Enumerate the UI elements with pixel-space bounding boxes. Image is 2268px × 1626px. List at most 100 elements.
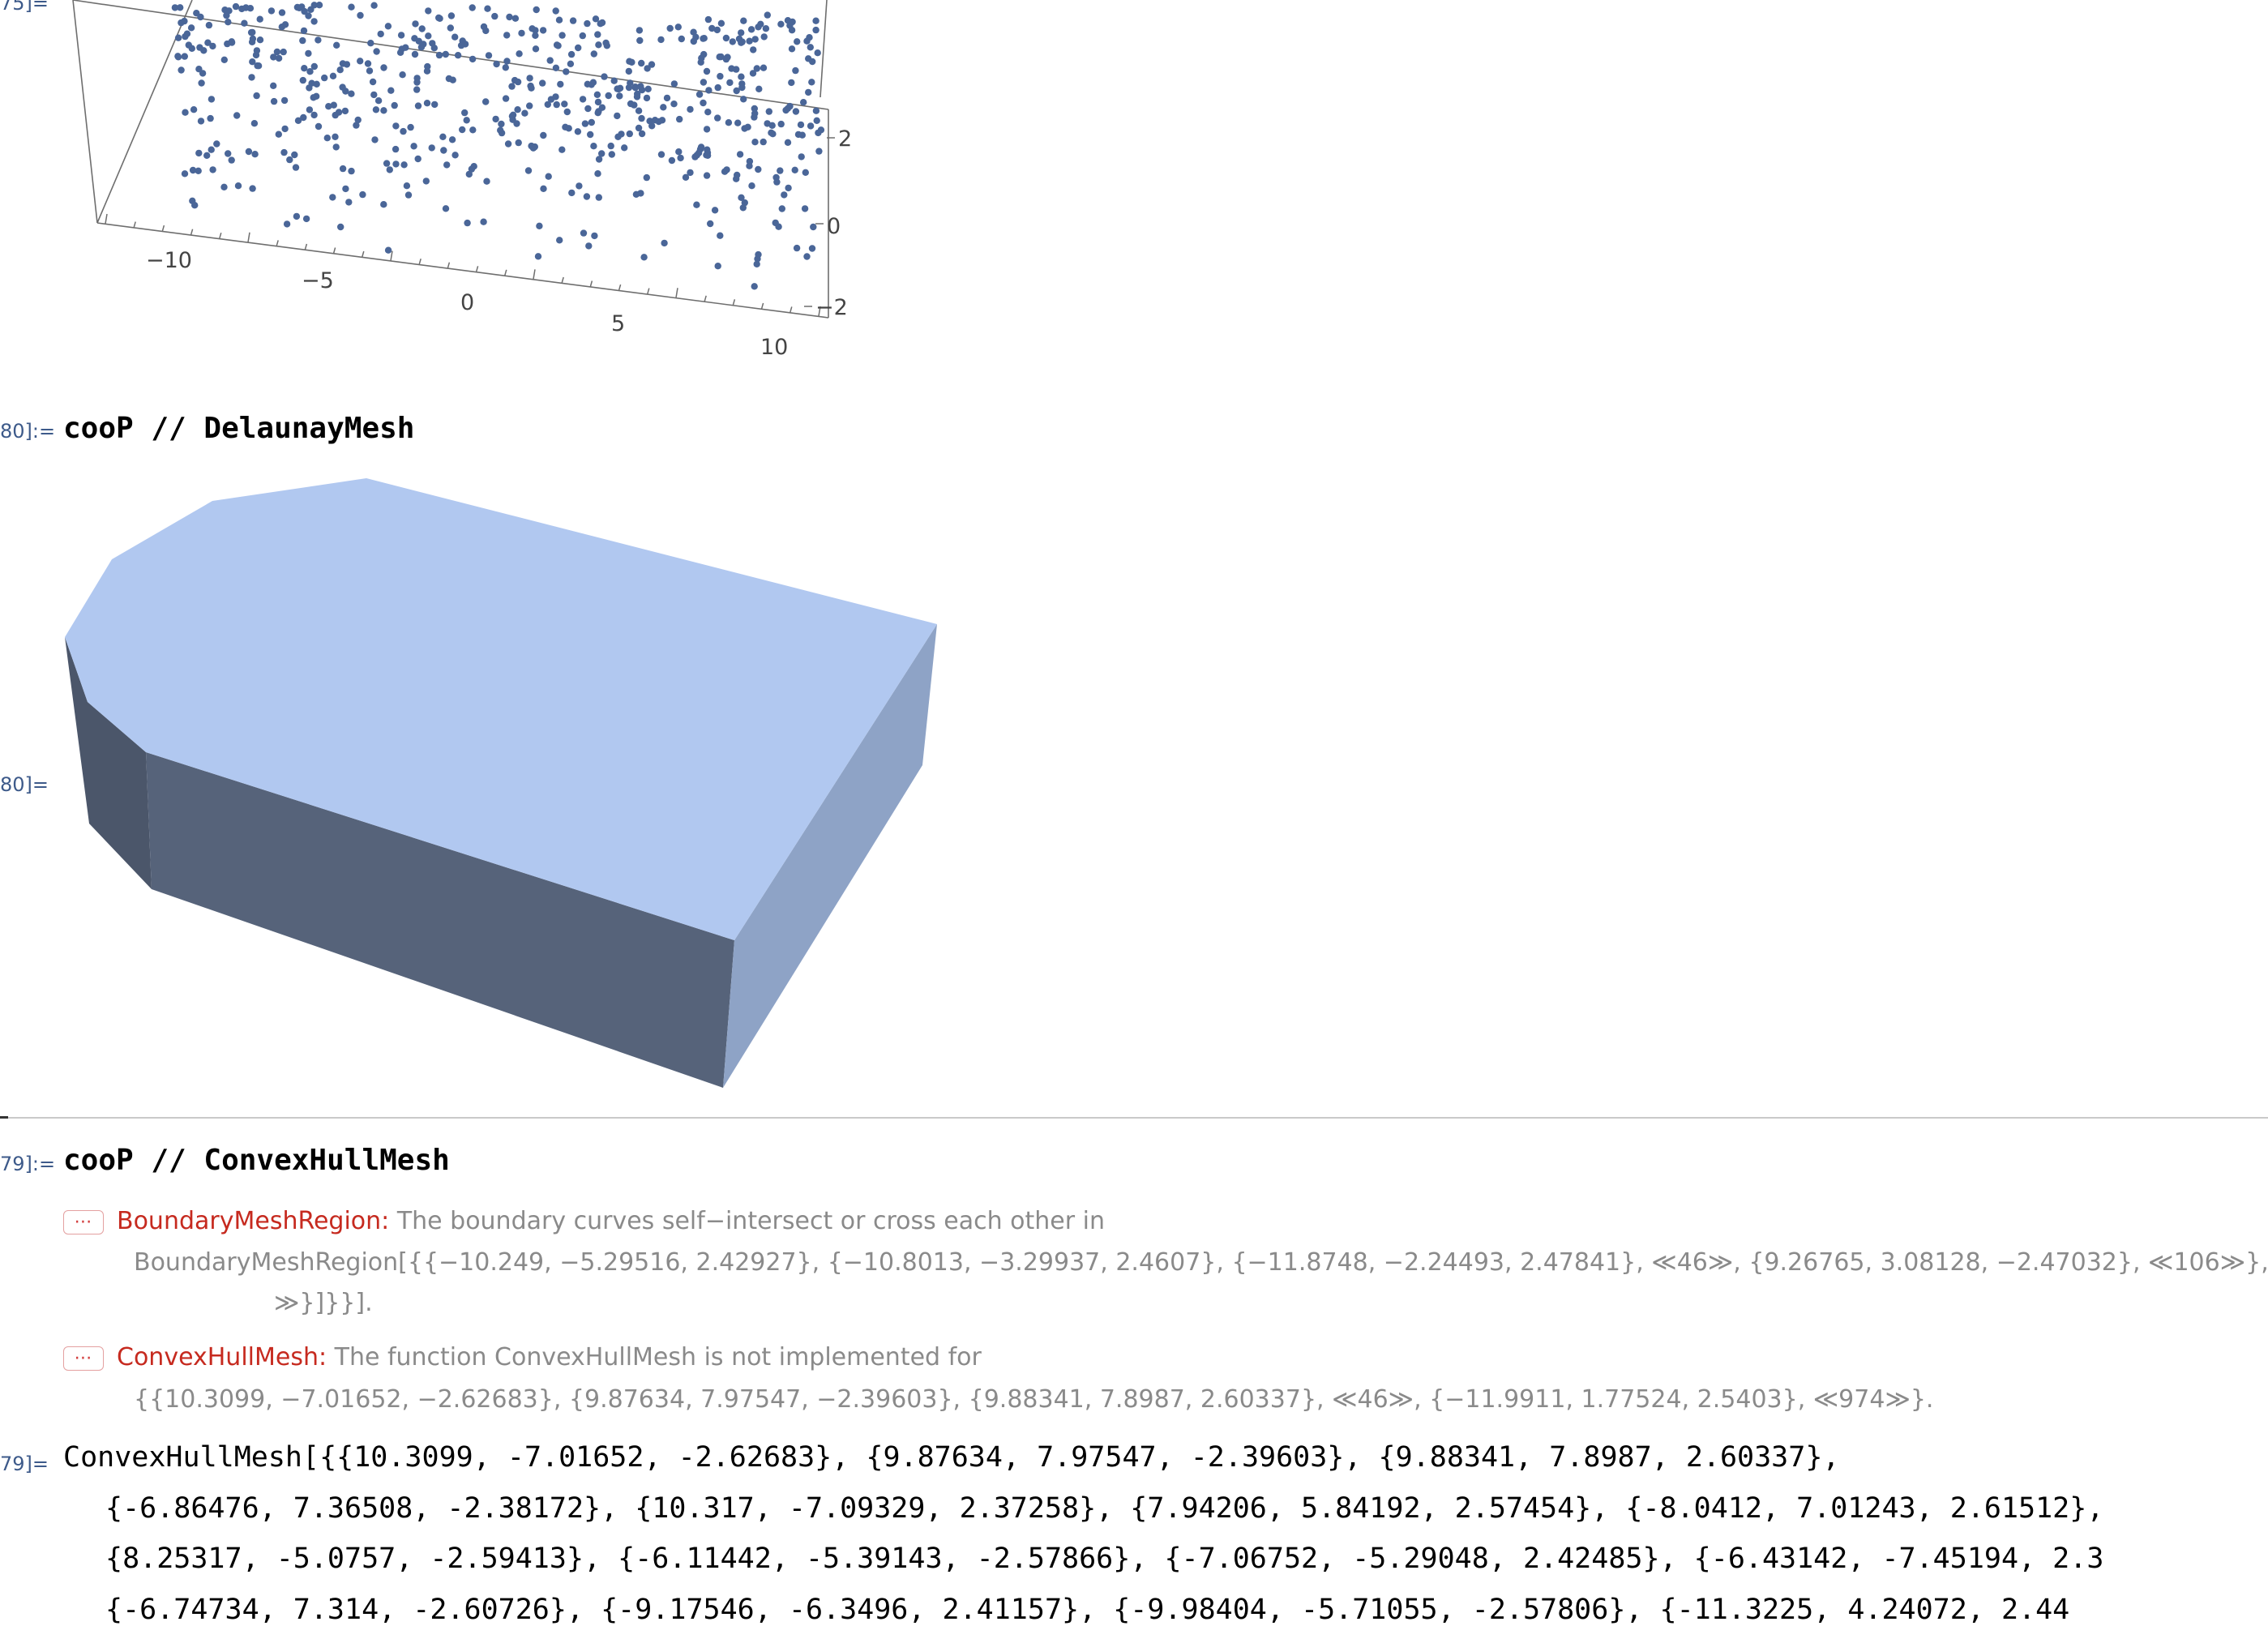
scatter-point (343, 61, 351, 68)
x-axis-tick (704, 295, 707, 302)
scatter-point (447, 24, 454, 32)
scatter-point (750, 46, 757, 53)
scatter-point (256, 36, 264, 44)
scatter-point (784, 139, 792, 146)
message-menu-icon[interactable]: ⋯ (63, 1346, 104, 1371)
scatter-point (359, 190, 366, 199)
scatter-point (558, 146, 566, 153)
scatter-point (275, 131, 282, 138)
scatter-point (794, 38, 801, 45)
message-menu-icon[interactable]: ⋯ (63, 1210, 104, 1234)
scatter-point (205, 21, 213, 29)
scatter-point (614, 133, 622, 140)
scatter-point (392, 160, 400, 168)
scatter-point (601, 73, 608, 80)
scatter-point (539, 79, 546, 87)
scatter-point (563, 108, 571, 116)
scatter-point (738, 73, 745, 80)
scatter-point (678, 35, 685, 43)
scatter-point (391, 101, 398, 109)
scatter-point (182, 32, 189, 41)
scatter-point (497, 126, 504, 134)
output-line: {-6.74734, 7.314, -2.60726}, {-9.17546, … (105, 1594, 2070, 1626)
scatter-point (717, 19, 725, 27)
scatter-point (751, 283, 758, 290)
scatter-point (370, 91, 378, 99)
scatter-point (425, 7, 432, 15)
scatter-point (751, 139, 759, 146)
message-detail-line: ≫}]}}]. (274, 1289, 373, 1317)
scatter-point (670, 101, 678, 108)
scatter-point (625, 67, 632, 75)
scatter-point (485, 52, 493, 59)
scatter-point (714, 83, 721, 92)
scatter-point (440, 147, 447, 154)
scatter-point (736, 151, 744, 158)
scatter-point (588, 118, 595, 126)
scatter-points (171, 2, 825, 290)
scatter-point (299, 76, 306, 84)
message-function-name[interactable]: BoundaryMeshRegion (117, 1207, 381, 1235)
scatter-point (690, 37, 697, 45)
scatter-point (610, 77, 618, 84)
scatter-point (234, 182, 242, 190)
scatter-point (695, 91, 704, 98)
scatter-point (213, 140, 220, 148)
scatter-point (308, 79, 315, 87)
scatter-point (364, 60, 372, 67)
scatter-point (595, 41, 602, 49)
delaunay-mesh-3d[interactable] (0, 454, 973, 1094)
scatter-point (315, 122, 323, 131)
scatter-point (592, 15, 600, 23)
scatter-point (807, 44, 814, 51)
scatter-point (708, 24, 716, 32)
scatter-point (435, 14, 443, 22)
scatter-point (400, 127, 407, 135)
scatter-point (803, 37, 811, 45)
scatter-point (772, 219, 779, 227)
scatter-point (595, 194, 602, 201)
scatter-point (792, 66, 799, 75)
scatter-point (704, 15, 712, 24)
scatter-point (536, 222, 543, 229)
scatter-point (424, 62, 431, 71)
point-scatter-3d[interactable]: −10 −5 0 5 10 2 0 −2 (0, 0, 859, 373)
scatter-point (733, 66, 740, 73)
scatter-point (700, 79, 708, 86)
input-code-80[interactable]: cooP // DelaunayMesh (63, 412, 414, 445)
scatter-point (628, 58, 635, 66)
scatter-point (484, 5, 491, 12)
scatter-point (463, 117, 470, 124)
scatter-point (196, 44, 203, 51)
output-label-79: 79]= (0, 1453, 49, 1475)
message-function-name[interactable]: ConvexHullMesh (117, 1343, 319, 1371)
message-head: BoundaryMeshRegion: The boundary curves … (117, 1207, 1105, 1235)
scatter-point (539, 27, 547, 34)
scatter-point (747, 26, 755, 33)
scatter-point (348, 167, 355, 175)
scatter-point (442, 50, 449, 58)
scatter-point (325, 103, 332, 110)
scatter-point (374, 97, 383, 105)
scatter-point (777, 20, 785, 28)
scatter-point (253, 47, 261, 54)
x-axis-tick (219, 232, 222, 239)
scatter-point (707, 220, 714, 228)
scatter-point (278, 24, 285, 31)
z-tick-label: 0 (827, 214, 841, 239)
scatter-point (625, 83, 633, 92)
scatter-point (760, 64, 768, 71)
x-axis-tick (447, 262, 451, 268)
scatter-point (292, 164, 300, 171)
scatter-point (333, 41, 340, 49)
scatter-point (300, 27, 308, 35)
scatter-point (749, 70, 757, 77)
scatter-point (691, 153, 699, 160)
scatter-point (181, 170, 189, 178)
scatter-point (425, 32, 432, 40)
scatter-point (590, 143, 597, 150)
message-detail-line: {{10.3099, −7.01652, −2.62683}, {9.87634… (134, 1385, 1934, 1414)
scatter-point (740, 17, 747, 24)
scatter-point (751, 109, 759, 118)
input-code-79[interactable]: cooP // ConvexHullMesh (63, 1144, 450, 1177)
